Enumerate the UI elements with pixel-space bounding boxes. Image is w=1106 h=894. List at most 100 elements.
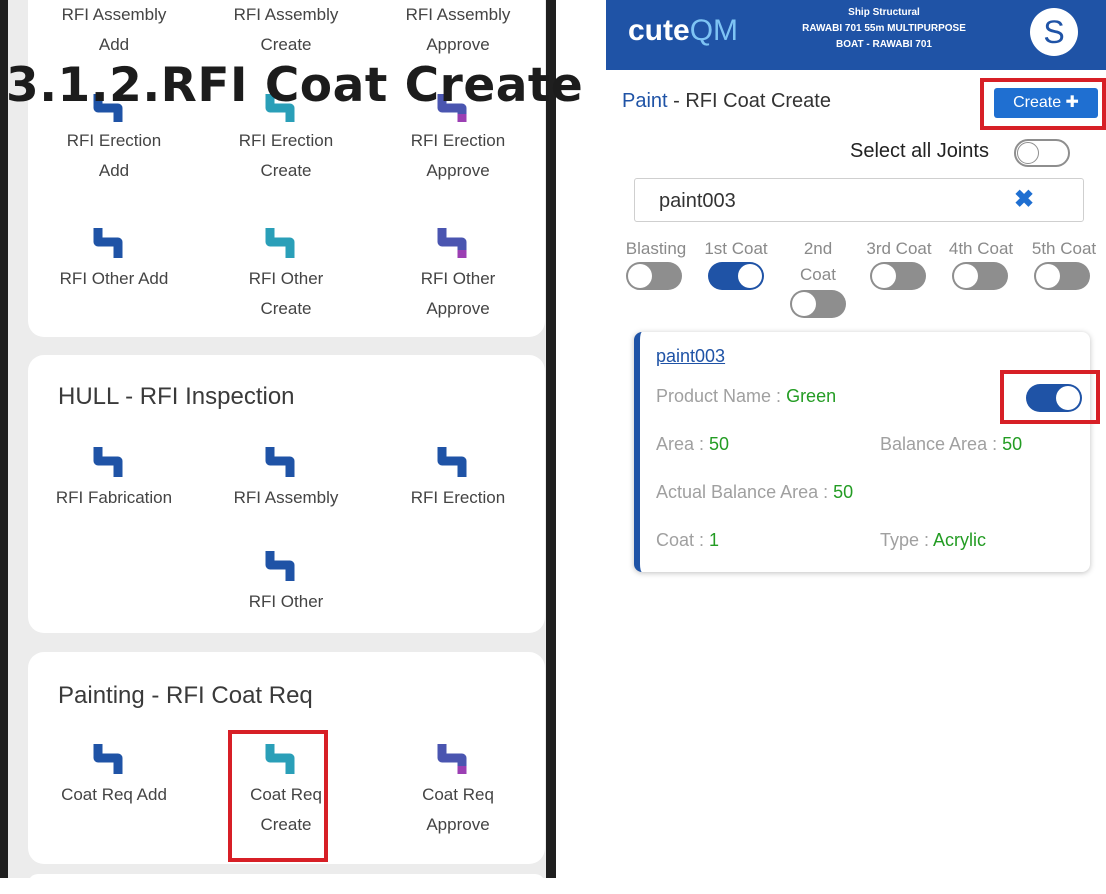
- actual-balance-area-value: 50: [833, 482, 854, 502]
- product-name-value: Green: [786, 386, 837, 406]
- left-phone-screenshot: RFI Assembly Add RFI Assembly Create RFI…: [0, 0, 556, 894]
- pipe-icon: [93, 228, 123, 258]
- menu-item-label: Coat Req Approve: [422, 785, 494, 834]
- coat-filter-toggle-5th-coat[interactable]: [1034, 262, 1090, 290]
- actual-balance-area-label: Actual Balance Area :: [656, 482, 834, 502]
- user-avatar[interactable]: S: [1030, 8, 1078, 56]
- project-line-1: Ship Structural: [848, 7, 920, 18]
- coat-filter-toggle-4th-coat[interactable]: [952, 262, 1008, 290]
- menu-item-label: RFI Other Add: [59, 269, 169, 288]
- menu-item-label: Coat Req Add: [61, 785, 167, 804]
- menu-item-rfi-other[interactable]: RFI Other: [200, 547, 372, 617]
- menu-item-rfi-assembly-approve[interactable]: RFI Assembly Approve: [372, 0, 544, 60]
- next-card-edge: [28, 874, 545, 894]
- pipe-icon: [265, 228, 295, 258]
- joint-card: paint003 Product Name : Green Area : 50 …: [634, 332, 1090, 572]
- type-label: Type :: [880, 530, 934, 550]
- pipe-icon: [265, 551, 295, 581]
- menu-item-rfi-other-add[interactable]: RFI Other Add: [28, 224, 200, 294]
- joint-name-link[interactable]: paint003: [656, 346, 725, 367]
- phone-bezel-right: [546, 0, 556, 878]
- section-title: Painting - RFI Coat Req: [58, 682, 313, 709]
- menu-item-rfi-assembly-create[interactable]: RFI Assembly Create: [200, 0, 372, 60]
- coat-filter-label-1st-coat: 1st Coat: [704, 239, 768, 258]
- area-field: Area : 50: [656, 434, 729, 455]
- menu-item-coat-req-approve[interactable]: Coat Req Approve: [372, 740, 544, 840]
- area-value: 50: [709, 434, 730, 454]
- coat-filter-label-4th-coat: 4th Coat: [948, 239, 1014, 258]
- coat-filter-toggle-2nd-coat[interactable]: [790, 290, 846, 318]
- menu-item-label: RFI Assembly Add: [61, 5, 167, 54]
- coat-filter-label-2nd-coat: 2nd Coat: [800, 239, 836, 284]
- pipe-icon: [437, 228, 467, 258]
- product-name-label: Product Name :: [656, 386, 787, 406]
- section-heading: 3.1.2.RFI Coat Create: [6, 58, 584, 113]
- menu-item-label: RFI Fabrication: [55, 488, 173, 507]
- select-all-joints-label: Select all Joints: [850, 140, 989, 162]
- coat-filter-toggle-blasting[interactable]: [626, 262, 682, 290]
- menu-item-label: RFI Other: [248, 592, 324, 611]
- pipe-icon: [437, 744, 467, 774]
- coat-value: 1: [709, 530, 720, 550]
- pipe-icon: [93, 744, 123, 774]
- menu-item-label: RFI Erection Add: [66, 131, 162, 180]
- menu-item-label: RFI Assembly: [233, 488, 339, 507]
- toggle-knob: [954, 264, 978, 288]
- hull-rfi-inspection-card: HULL - RFI Inspection RFI Fabrication RF…: [28, 355, 545, 633]
- page-title-module[interactable]: Paint: [622, 90, 668, 112]
- search-input[interactable]: [657, 189, 1001, 214]
- search-box: ✖: [634, 178, 1084, 222]
- project-line-3: BOAT - RAWABI 701: [836, 39, 932, 50]
- menu-item-rfi-erection[interactable]: RFI Erection: [372, 443, 544, 513]
- logo-text-a: cute: [628, 14, 690, 47]
- menu-item-rfi-assembly-add[interactable]: RFI Assembly Add: [28, 0, 200, 60]
- section-title: HULL - RFI Inspection: [58, 383, 295, 410]
- menu-item-label: RFI Erection Create: [238, 131, 334, 180]
- area-label: Area :: [656, 434, 710, 454]
- highlight-coat-req-create: [228, 730, 328, 862]
- toggle-knob: [1036, 264, 1060, 288]
- type-field: Type : Acrylic: [880, 530, 986, 551]
- right-phone-screenshot: cuteQM Ship Structural RAWABI 701 55m MU…: [606, 0, 1106, 878]
- toggle-knob: [792, 292, 816, 316]
- rfi-add-create-approve-card: RFI Assembly Add RFI Assembly Create RFI…: [28, 0, 545, 337]
- menu-item-rfi-other-approve[interactable]: RFI Other Approve: [372, 224, 544, 324]
- menu-item-label: RFI Assembly Create: [233, 5, 339, 54]
- toggle-knob: [738, 264, 762, 288]
- toggle-knob: [628, 264, 652, 288]
- project-info: Ship Structural RAWABI 701 55m MULTIPURP…: [764, 5, 1004, 53]
- toggle-knob: [1017, 142, 1039, 164]
- menu-item-rfi-assembly[interactable]: RFI Assembly: [200, 443, 372, 513]
- menu-item-label: RFI Assembly Approve: [405, 5, 511, 54]
- product-name-field: Product Name : Green: [656, 386, 836, 407]
- app-header: cuteQM Ship Structural RAWABI 701 55m MU…: [606, 0, 1106, 70]
- project-line-2: RAWABI 701 55m MULTIPURPOSE: [802, 23, 966, 34]
- menu-item-rfi-other-create[interactable]: RFI Other Create: [200, 224, 372, 324]
- app-logo: cuteQM: [628, 14, 738, 48]
- balance-area-field: Balance Area : 50: [880, 434, 1022, 455]
- coat-label: Coat :: [656, 530, 710, 550]
- menu-item-label: RFI Other Approve: [420, 269, 496, 318]
- menu-item-label: RFI Erection Approve: [410, 131, 506, 180]
- phone-bezel-left: [0, 0, 8, 878]
- balance-area-value: 50: [1002, 434, 1023, 454]
- toggle-knob: [872, 264, 896, 288]
- actual-balance-area-field: Actual Balance Area : 50: [656, 482, 853, 503]
- coat-filter-label-blasting: Blasting: [625, 239, 687, 258]
- select-all-joints-toggle[interactable]: [1014, 139, 1070, 167]
- coat-field: Coat : 1: [656, 530, 719, 551]
- highlight-joint-toggle: [1000, 370, 1100, 424]
- menu-item-coat-req-add[interactable]: Coat Req Add: [28, 740, 200, 810]
- menu-screen: RFI Assembly Add RFI Assembly Create RFI…: [8, 0, 546, 894]
- highlight-create-button: [980, 78, 1106, 130]
- menu-item-rfi-fabrication[interactable]: RFI Fabrication: [28, 443, 200, 513]
- menu-item-label: RFI Erection: [410, 488, 506, 507]
- coat-filter-toggle-3rd-coat[interactable]: [870, 262, 926, 290]
- page-title-text: - RFI Coat Create: [667, 90, 831, 112]
- coat-filter-label-5th-coat: 5th Coat: [1031, 239, 1097, 258]
- coat-filter-toggle-1st-coat[interactable]: [708, 262, 764, 290]
- page-title: Paint - RFI Coat Create: [622, 90, 831, 113]
- logo-text-b: QM: [689, 14, 739, 47]
- clear-search-icon[interactable]: ✖: [1009, 185, 1039, 215]
- pipe-icon: [437, 447, 467, 477]
